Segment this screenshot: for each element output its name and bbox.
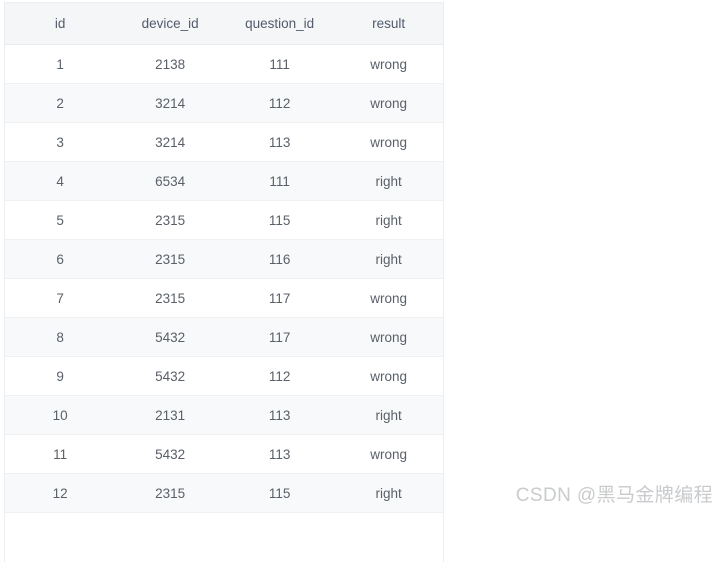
cell-id: 8 (5, 317, 116, 357)
cell-result: wrong (334, 83, 443, 123)
cell-id: 2 (5, 83, 116, 123)
cell-result: wrong (334, 44, 443, 84)
table-row[interactable]: 3 3214 113 wrong (5, 122, 443, 162)
cell-question-id: 117 (224, 278, 335, 318)
table-row[interactable]: 4 6534 111 right (5, 161, 443, 201)
table-header-row: id device_id question_id result (5, 3, 443, 45)
table-row[interactable]: 12 2315 115 right (5, 473, 443, 513)
cell-device-id: 3214 (115, 122, 225, 162)
cell-device-id: 2315 (115, 278, 225, 318)
cell-device-id: 5432 (115, 434, 225, 474)
cell-result: right (334, 200, 443, 240)
table-row[interactable]: 1 2138 111 wrong (5, 44, 443, 84)
cell-id: 3 (5, 122, 116, 162)
data-table-panel: id device_id question_id result 1 2138 1… (4, 2, 444, 562)
cell-result: wrong (334, 122, 443, 162)
column-header-result[interactable]: result (334, 3, 443, 45)
table-row[interactable]: 8 5432 117 wrong (5, 317, 443, 357)
cell-question-id: 115 (224, 473, 335, 513)
table-body: 1 2138 111 wrong 2 3214 112 wrong 3 3214… (5, 44, 443, 513)
csdn-watermark: CSDN @黑马金牌编程 (515, 485, 713, 506)
cell-device-id: 2315 (115, 473, 225, 513)
cell-device-id: 2315 (115, 200, 225, 240)
cell-result: wrong (334, 434, 443, 474)
cell-question-id: 113 (224, 434, 335, 474)
table-row[interactable]: 7 2315 117 wrong (5, 278, 443, 318)
cell-device-id: 2131 (115, 395, 225, 435)
cell-question-id: 115 (224, 200, 335, 240)
cell-question-id: 112 (224, 83, 335, 123)
cell-question-id: 117 (224, 317, 335, 357)
cell-question-id: 111 (224, 161, 335, 201)
table-row[interactable]: 11 5432 113 wrong (5, 434, 443, 474)
cell-result: wrong (334, 356, 443, 396)
cell-result: wrong (334, 278, 443, 318)
cell-id: 10 (5, 395, 116, 435)
column-header-question-id[interactable]: question_id (224, 3, 335, 45)
cell-device-id: 5432 (115, 356, 225, 396)
column-header-id[interactable]: id (5, 3, 116, 45)
cell-id: 1 (5, 44, 116, 84)
cell-id: 9 (5, 356, 116, 396)
table-row[interactable]: 9 5432 112 wrong (5, 356, 443, 396)
cell-id: 5 (5, 200, 116, 240)
column-header-device-id[interactable]: device_id (115, 3, 225, 45)
cell-id: 6 (5, 239, 116, 279)
table-row[interactable]: 2 3214 112 wrong (5, 83, 443, 123)
cell-device-id: 2315 (115, 239, 225, 279)
table-row[interactable]: 5 2315 115 right (5, 200, 443, 240)
cell-id: 7 (5, 278, 116, 318)
table-header: id device_id question_id result (5, 3, 443, 45)
cell-question-id: 111 (224, 44, 335, 84)
cell-result: right (334, 161, 443, 201)
results-table: id device_id question_id result 1 2138 1… (5, 3, 443, 513)
cell-result: right (334, 395, 443, 435)
cell-question-id: 112 (224, 356, 335, 396)
cell-question-id: 113 (224, 395, 335, 435)
cell-device-id: 2138 (115, 44, 225, 84)
cell-id: 4 (5, 161, 116, 201)
cell-device-id: 5432 (115, 317, 225, 357)
table-row[interactable]: 10 2131 113 right (5, 395, 443, 435)
cell-id: 11 (5, 434, 116, 474)
cell-question-id: 116 (224, 239, 335, 279)
table-row[interactable]: 6 2315 116 right (5, 239, 443, 279)
cell-id: 12 (5, 473, 116, 513)
cell-question-id: 113 (224, 122, 335, 162)
cell-device-id: 3214 (115, 83, 225, 123)
cell-result: right (334, 473, 443, 513)
cell-result: wrong (334, 317, 443, 357)
cell-device-id: 6534 (115, 161, 225, 201)
cell-result: right (334, 239, 443, 279)
